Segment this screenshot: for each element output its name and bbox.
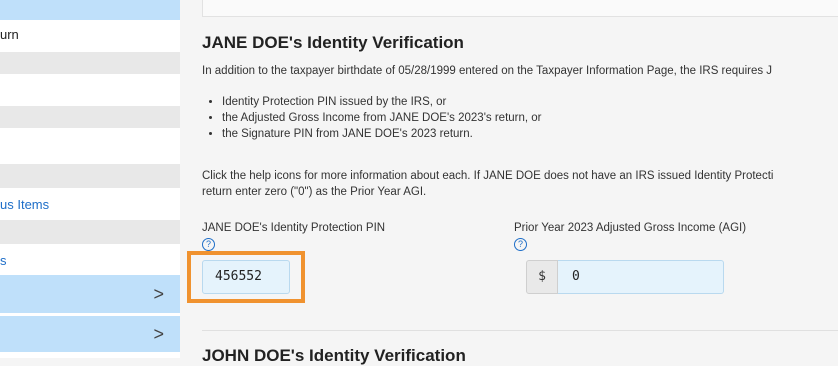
list-item: the Adjusted Gross Income from JANE DOE'…: [222, 110, 542, 126]
sidebar-item-label: s: [0, 253, 7, 268]
help-icon[interactable]: ?: [202, 238, 215, 251]
section-title: JOHN DOE's Identity Verification: [202, 346, 466, 365]
sidebar-item-expandable[interactable]: >: [0, 316, 180, 352]
sidebar-item-label: us Items: [0, 197, 50, 212]
chevron-right-icon: >: [153, 324, 164, 344]
help-icon[interactable]: ?: [514, 238, 527, 251]
sidebar-item[interactable]: [0, 164, 180, 188]
section-title: JANE DOE's Identity Verification: [202, 33, 464, 52]
sidebar-item[interactable]: [0, 136, 180, 158]
divider: [202, 330, 838, 331]
main-content: JANE DOE's Identity Verification In addi…: [180, 0, 838, 365]
sidebar: urn us Items s > >: [0, 0, 180, 358]
sidebar-item[interactable]: [0, 220, 180, 244]
chevron-right-icon: >: [153, 284, 164, 304]
sidebar-item-misc-items[interactable]: us Items: [0, 196, 180, 214]
sidebar-item[interactable]: [0, 78, 180, 100]
list-item: the Signature PIN from JANE DOE's 2023 r…: [222, 126, 542, 142]
sidebar-item[interactable]: [0, 52, 180, 74]
sidebar-item-return[interactable]: urn: [0, 26, 180, 44]
agi-label: Prior Year 2023 Adjusted Gross Income (A…: [514, 222, 747, 234]
pin-label: JANE DOE's Identity Protection PIN: [202, 222, 386, 234]
pin-input[interactable]: 456552: [202, 260, 290, 294]
previous-section-box: [202, 0, 838, 17]
sidebar-item-selected[interactable]: [0, 0, 180, 20]
help-text-line: return enter zero ("0") as the Prior Yea…: [202, 186, 427, 198]
list-item: Identity Protection PIN issued by the IR…: [222, 94, 542, 110]
sidebar-item-expandable[interactable]: >: [0, 275, 180, 313]
intro-text: In addition to the taxpayer birthdate of…: [202, 65, 773, 77]
verification-options-list: Identity Protection PIN issued by the IR…: [202, 94, 542, 142]
help-text: Click the help icons for more informatio…: [202, 168, 773, 200]
currency-prefix: $: [526, 260, 558, 294]
agi-input[interactable]: 0: [558, 260, 724, 294]
help-text-line: Click the help icons for more informatio…: [202, 170, 774, 182]
sidebar-item-forms[interactable]: s: [0, 252, 180, 270]
sidebar-item-label: urn: [0, 27, 19, 42]
sidebar-item[interactable]: [0, 106, 180, 128]
